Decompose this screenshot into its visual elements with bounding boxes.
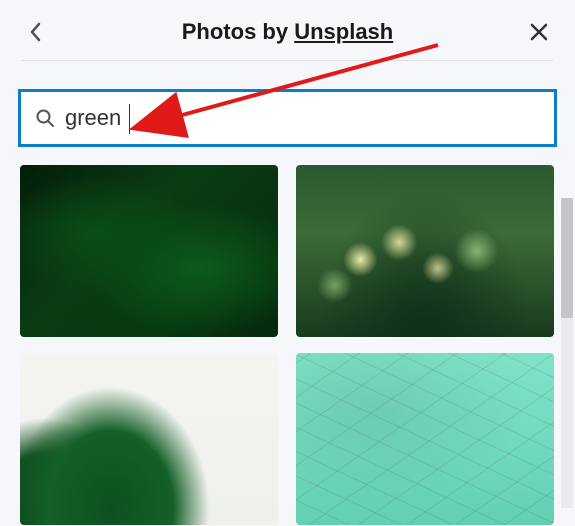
result-thumb[interactable] (20, 165, 278, 337)
back-button[interactable] (22, 18, 50, 46)
search-icon (35, 108, 55, 128)
text-caret (129, 104, 130, 134)
divider (22, 60, 553, 61)
close-icon (529, 22, 549, 42)
scrollbar-thumb[interactable] (561, 198, 573, 318)
chevron-left-icon (28, 21, 44, 43)
result-thumb[interactable] (20, 353, 278, 525)
header: Photos by Unsplash (0, 0, 575, 60)
search-box[interactable] (18, 89, 557, 147)
dialog-title: Photos by Unsplash (50, 19, 525, 45)
scrollbar[interactable] (561, 198, 573, 508)
search-container (18, 89, 557, 147)
result-thumb[interactable] (296, 165, 554, 337)
results-grid (0, 165, 575, 525)
result-thumb[interactable] (296, 353, 554, 525)
search-input[interactable] (65, 105, 540, 131)
unsplash-link[interactable]: Unsplash (294, 19, 393, 44)
close-button[interactable] (525, 18, 553, 46)
title-prefix: Photos by (182, 19, 294, 44)
